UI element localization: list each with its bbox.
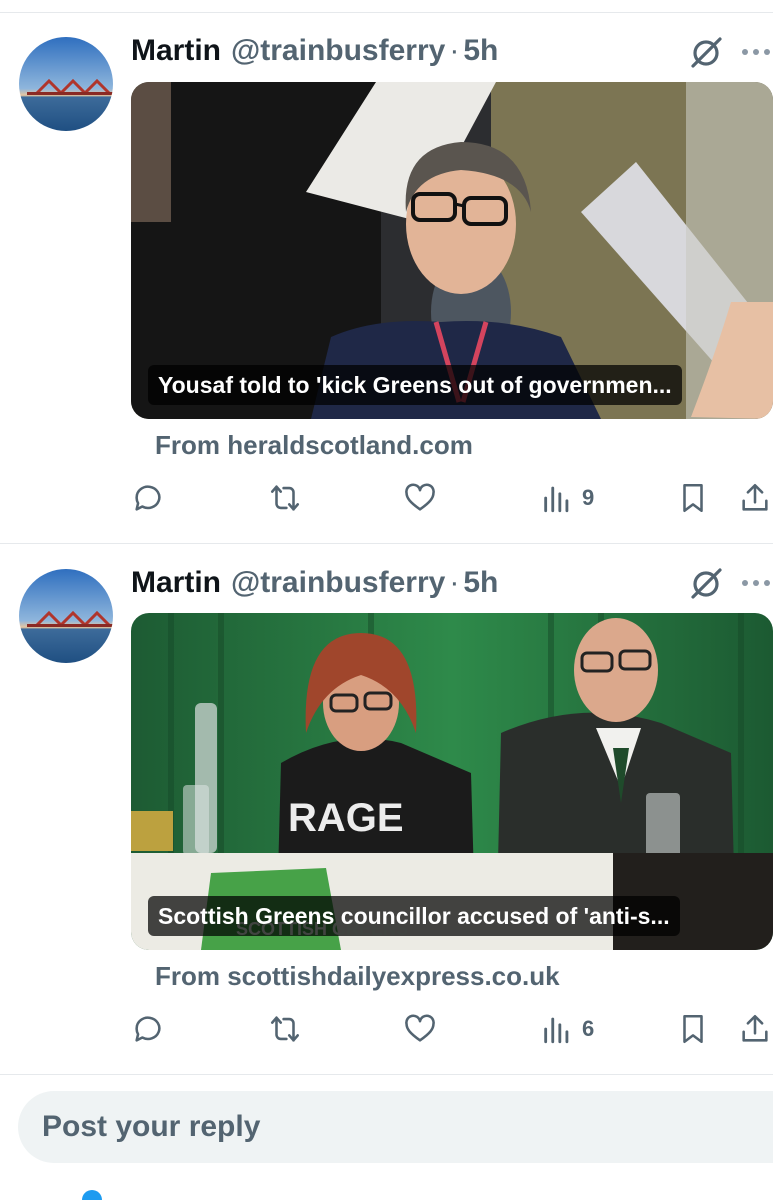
author-handle[interactable]: @trainbusferry — [231, 566, 445, 600]
repost-icon — [270, 1016, 300, 1042]
author-name[interactable]: Martin — [131, 34, 221, 68]
top-divider — [0, 12, 773, 13]
bookmark-icon — [683, 483, 703, 513]
bookmark-button[interactable] — [676, 1009, 710, 1049]
repost-icon — [270, 485, 300, 511]
reply-icon — [135, 1016, 161, 1042]
like-icon — [405, 483, 435, 511]
bookmark-button[interactable] — [676, 478, 710, 518]
grok-icon[interactable] — [688, 35, 724, 71]
forth-bridge-avatar — [19, 37, 113, 131]
repost-button[interactable] — [268, 1009, 302, 1049]
reply-button[interactable] — [131, 1009, 165, 1049]
more-icon[interactable] — [740, 577, 772, 589]
more-icon[interactable] — [740, 46, 772, 58]
views-count: 6 — [582, 1016, 595, 1041]
author-handle[interactable]: @trainbusferry — [231, 34, 445, 68]
compose-indicator — [82, 1190, 102, 1200]
grok-icon[interactable] — [688, 566, 724, 602]
post-time[interactable]: 5h — [463, 566, 498, 600]
forth-bridge-avatar — [19, 569, 113, 663]
avatar[interactable] — [19, 37, 113, 131]
tweet-header: Martin @trainbusferry · 5h — [131, 563, 498, 603]
rage-sign-text: RAGE — [288, 796, 404, 840]
tweet-divider — [0, 1074, 773, 1075]
avatar[interactable] — [19, 569, 113, 663]
separator-dot: · — [449, 566, 460, 599]
author-name[interactable]: Martin — [131, 566, 221, 600]
post-time[interactable]: 5h — [463, 34, 498, 68]
link-card[interactable]: Yousaf told to 'kick Greens out of gover… — [131, 82, 773, 419]
like-button[interactable] — [403, 1009, 437, 1049]
share-button[interactable] — [738, 1009, 772, 1049]
share-icon — [742, 1014, 768, 1042]
card-caption: Scottish Greens councillor accused of 'a… — [148, 896, 680, 936]
share-icon — [742, 483, 768, 511]
tweet-divider — [0, 543, 773, 544]
separator-dot: · — [449, 34, 460, 67]
tweet-header: Martin @trainbusferry · 5h — [131, 31, 498, 71]
share-button[interactable] — [738, 478, 772, 518]
like-icon — [405, 1014, 435, 1042]
reply-placeholder: Post your reply — [42, 1110, 261, 1143]
card-source[interactable]: From scottishdailyexpress.co.uk — [155, 961, 560, 992]
card-caption: Yousaf told to 'kick Greens out of gover… — [148, 365, 682, 405]
reply-icon — [135, 485, 161, 511]
repost-button[interactable] — [268, 478, 302, 518]
views-button[interactable]: 9 — [540, 478, 594, 518]
like-button[interactable] — [403, 478, 437, 518]
bookmark-icon — [683, 1014, 703, 1044]
views-button[interactable]: 6 — [540, 1009, 594, 1049]
views-count: 9 — [582, 485, 595, 510]
reply-button[interactable] — [131, 478, 165, 518]
views-icon — [544, 486, 569, 513]
views-icon — [544, 1017, 569, 1044]
card-source[interactable]: From heraldscotland.com — [155, 430, 473, 461]
reply-input[interactable]: Post your reply — [18, 1091, 773, 1163]
link-card[interactable]: RAGE SCOTTISH GREENS Scottish Greens cou… — [131, 613, 773, 950]
